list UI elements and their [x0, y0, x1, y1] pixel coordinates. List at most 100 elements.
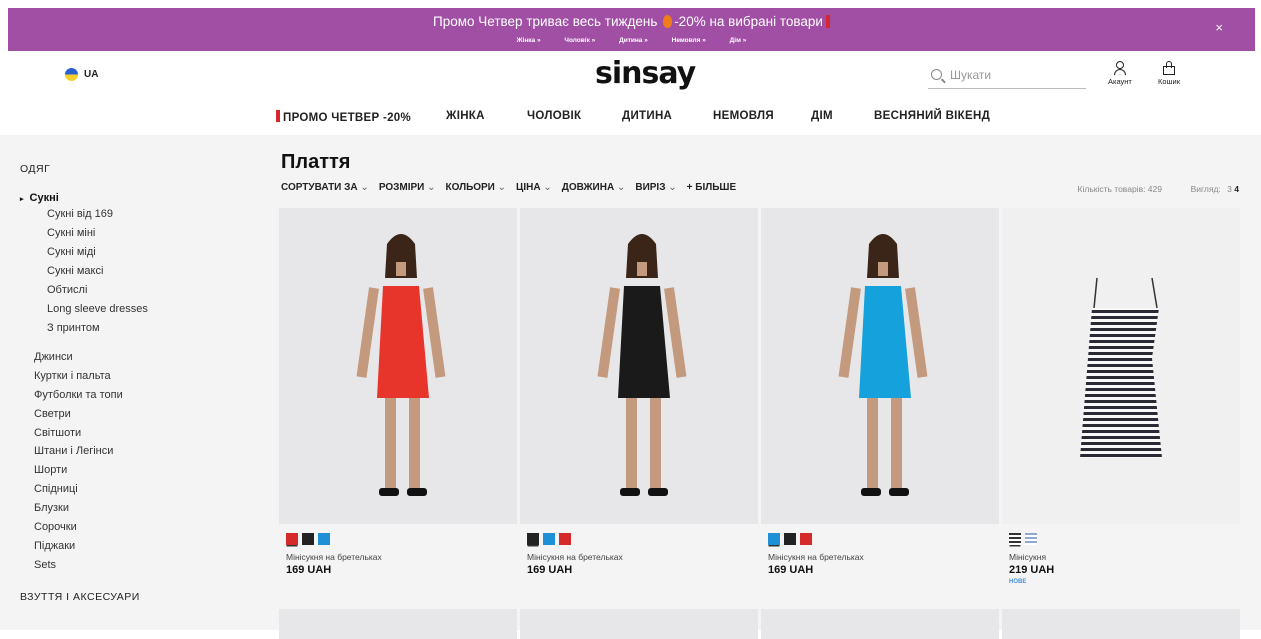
new-badge: НОВЕ — [1009, 579, 1027, 585]
filter-dropdown[interactable]: РОЗМІРИ ⌄ — [379, 182, 436, 193]
sidebar-item[interactable]: Футболки та топи — [34, 389, 260, 408]
search-placeholder: Шукати — [950, 67, 992, 82]
color-swatch[interactable] — [1025, 533, 1037, 545]
sidebar-item[interactable]: Шорти — [34, 464, 260, 483]
logo[interactable]: sinsay — [595, 56, 696, 91]
filter-dropdown[interactable]: ВИРІЗ ⌄ — [635, 182, 676, 193]
color-swatch[interactable] — [527, 533, 539, 545]
sidebar-subitem[interactable]: Сукні максі — [47, 265, 260, 281]
product-card-image[interactable] — [761, 609, 999, 639]
product-card-image[interactable] — [1002, 609, 1240, 639]
product-name[interactable]: Мінісукня на бретельках — [768, 552, 999, 562]
cart-label: Кошик — [1158, 77, 1181, 86]
filter-dropdown[interactable]: ДОВЖИНА ⌄ — [562, 182, 626, 193]
product-name[interactable]: Мінісукня на бретельках — [527, 552, 758, 562]
bag-icon — [1162, 61, 1176, 75]
nav-item-kids[interactable]: ДИТИНА — [622, 110, 672, 122]
filter-dropdown[interactable]: СОРТУВАТИ ЗА ⌄ — [281, 182, 369, 193]
red-bar-icon — [825, 15, 830, 28]
sidebar-item[interactable]: Куртки і пальта — [34, 370, 260, 389]
color-swatch[interactable] — [559, 533, 571, 545]
filter-label: СОРТУВАТИ ЗА — [281, 182, 358, 193]
color-swatch[interactable] — [768, 533, 780, 545]
nav-item-women[interactable]: ЖІНКА — [446, 110, 485, 122]
color-swatches — [286, 533, 517, 545]
color-swatch[interactable] — [800, 533, 812, 545]
view-toggle: Вигляд: 3 4 — [1191, 184, 1239, 194]
sidebar-subitem[interactable]: Сукні міді — [47, 246, 260, 262]
more-filters-button[interactable]: + БІЛЬШЕ — [687, 182, 737, 193]
product-card-image[interactable] — [279, 609, 517, 639]
nav-item-promo[interactable]: ПРОМО ЧЕТВЕР -20% — [276, 110, 411, 124]
product-card-image[interactable] — [520, 609, 758, 639]
sidebar-item[interactable]: Блузки — [34, 502, 260, 521]
nav-item-spring-weekend[interactable]: ВЕСНЯНИЙ ВІКЕНД — [874, 110, 990, 122]
product-card[interactable]: Мінісукня на бретельках 169 UAH — [520, 208, 758, 576]
sidebar-item[interactable]: Sets — [34, 559, 260, 578]
color-swatches — [527, 533, 758, 545]
sidebar-item[interactable]: Світшоти — [34, 427, 260, 446]
color-swatch[interactable] — [784, 533, 796, 545]
filter-label: КОЛЬОРИ — [445, 182, 495, 193]
sidebar-item[interactable]: Джинси — [34, 351, 260, 370]
view-3-button[interactable]: 3 — [1227, 184, 1232, 194]
color-swatch[interactable] — [543, 533, 555, 545]
product-image[interactable] — [1002, 208, 1240, 524]
nav-item-men[interactable]: ЧОЛОВІК — [527, 110, 581, 122]
search-input[interactable]: Шукати — [928, 61, 1086, 89]
nav-item-home[interactable]: ДІМ — [811, 110, 833, 122]
color-swatch[interactable] — [302, 533, 314, 545]
sidebar-category-clothing[interactable]: ОДЯГ — [20, 163, 260, 175]
promo-text[interactable]: Промо Четвер триває весь тиждень -20% на… — [8, 14, 1255, 29]
product-image[interactable] — [279, 208, 517, 524]
promo-link-baby[interactable]: Немовля » — [672, 37, 706, 44]
promo-text-end: -20% на вибрані товари — [674, 14, 823, 29]
promo-link-home[interactable]: Дім » — [730, 37, 747, 44]
product-card[interactable]: Мінісукня 219 UAH НОВЕ — [1002, 208, 1240, 585]
sidebar-item-dresses[interactable]: ▸ Сукні — [20, 192, 260, 204]
color-swatch[interactable] — [318, 533, 330, 545]
sidebar-subitem[interactable]: Long sleeve dresses — [47, 303, 260, 319]
filter-dropdown[interactable]: КОЛЬОРИ ⌄ — [446, 182, 507, 193]
sidebar-subitem[interactable]: З принтом — [47, 322, 260, 338]
filter-dropdown[interactable]: ЦІНА ⌄ — [516, 182, 552, 193]
promo-banner: Промо Четвер триває весь тиждень -20% на… — [8, 8, 1255, 51]
promo-text-start: Промо Четвер триває весь тиждень — [433, 14, 658, 29]
product-name[interactable]: Мінісукня на бретельках — [286, 552, 517, 562]
promo-link-kids[interactable]: Дитина » — [619, 37, 648, 44]
view-4-button[interactable]: 4 — [1234, 184, 1239, 194]
sidebar-item[interactable]: Штани і Легінси — [34, 445, 260, 464]
sidebar-item[interactable]: Піджаки — [34, 540, 260, 559]
account-button[interactable]: Акаунт — [1108, 61, 1132, 86]
cart-button[interactable]: Кошик — [1158, 61, 1180, 86]
language-selector[interactable]: UA — [65, 68, 98, 81]
chevron-down-icon: ⌄ — [540, 182, 552, 193]
sidebar-item[interactable]: Сорочки — [34, 521, 260, 540]
product-price: 169 UAH — [286, 564, 332, 576]
color-swatches — [768, 533, 999, 545]
filter-label: ЦІНА — [516, 182, 541, 193]
product-image[interactable] — [520, 208, 758, 524]
nav-item-baby[interactable]: НЕМОВЛЯ — [713, 110, 774, 122]
color-swatch[interactable] — [286, 533, 298, 545]
product-card[interactable]: Мінісукня на бретельках 169 UAH — [279, 208, 517, 576]
user-icon — [1113, 61, 1127, 75]
sidebar-item[interactable]: Спідниці — [34, 483, 260, 502]
language-label: UA — [84, 69, 99, 80]
sidebar-subitem[interactable]: Сукні від 169 — [47, 208, 260, 224]
product-image[interactable] — [761, 208, 999, 524]
red-bar-icon — [276, 110, 280, 122]
sidebar-subitem[interactable]: Сукні міні — [47, 227, 260, 243]
product-card[interactable]: Мінісукня на бретельках 169 UAH — [761, 208, 999, 576]
promo-link-women[interactable]: Жінка » — [517, 37, 541, 44]
sidebar-item[interactable]: Светри — [34, 408, 260, 427]
chevron-down-icon: ⌄ — [357, 182, 369, 193]
promo-link-men[interactable]: Чоловік » — [564, 37, 595, 44]
filter-label: ВИРІЗ — [635, 182, 666, 193]
close-icon[interactable]: × — [1215, 20, 1223, 35]
product-name[interactable]: Мінісукня — [1009, 552, 1240, 562]
sidebar-category-shoes[interactable]: ВЗУТТЯ І АКСЕСУАРИ — [20, 591, 260, 603]
sidebar-subitem[interactable]: Обтислі — [47, 284, 260, 300]
color-swatch[interactable] — [1009, 533, 1021, 545]
product-price: 169 UAH — [768, 564, 814, 576]
